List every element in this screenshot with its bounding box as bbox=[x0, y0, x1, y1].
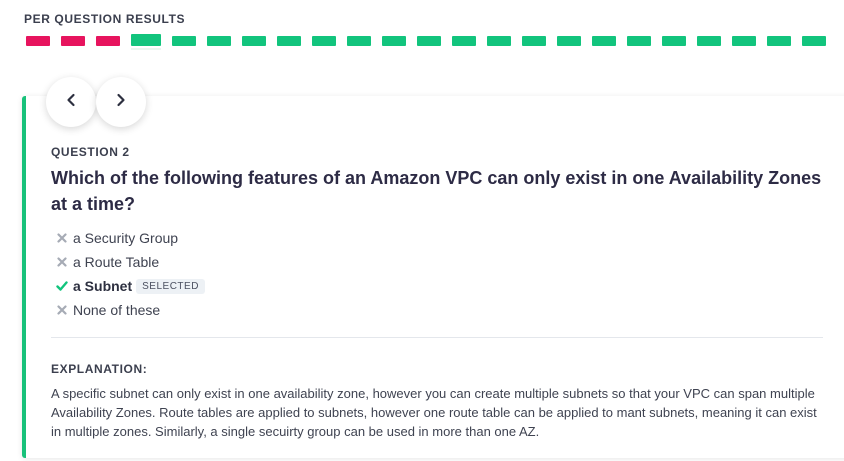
results-title: PER QUESTION RESULTS bbox=[24, 12, 186, 26]
question-result-segment[interactable] bbox=[662, 36, 686, 46]
question-text: Which of the following features of an Am… bbox=[51, 168, 822, 214]
question-result-segment[interactable] bbox=[207, 36, 231, 46]
explanation-title: EXPLANATION: bbox=[51, 362, 148, 376]
question-result-segment[interactable] bbox=[61, 36, 85, 46]
question-result-segment[interactable] bbox=[347, 36, 371, 46]
x-icon bbox=[55, 256, 68, 269]
answer-label: None of these bbox=[73, 302, 161, 318]
x-icon bbox=[55, 304, 68, 317]
question-result-segment[interactable] bbox=[802, 36, 826, 46]
question-result-segment[interactable] bbox=[452, 36, 476, 46]
selected-badge: SELECTED bbox=[136, 278, 205, 294]
question-result-segment[interactable] bbox=[697, 36, 721, 46]
results-progress-bar bbox=[26, 34, 826, 50]
question-result-segment[interactable] bbox=[732, 36, 756, 46]
answer-list: a Security Group a Route Table a Subnet … bbox=[55, 226, 205, 322]
question-number: QUESTION 2 bbox=[51, 145, 130, 159]
answer-label: a Subnet bbox=[73, 278, 133, 294]
question-result-segment[interactable] bbox=[131, 34, 161, 50]
answer-item: None of these bbox=[55, 298, 205, 322]
question-result-segment[interactable] bbox=[487, 36, 511, 46]
question-result-segment[interactable] bbox=[522, 36, 546, 46]
answer-item: a Subnet SELECTED bbox=[55, 274, 205, 298]
next-question-button[interactable] bbox=[96, 77, 146, 127]
chevron-left-icon bbox=[64, 93, 78, 112]
explanation-text: A specific subnet can only exist in one … bbox=[51, 386, 817, 439]
answer-item: a Security Group bbox=[55, 226, 205, 250]
question-result-segment[interactable] bbox=[96, 36, 120, 46]
question-result-segment[interactable] bbox=[382, 36, 406, 46]
question-result-segment[interactable] bbox=[242, 36, 266, 46]
prev-question-button[interactable] bbox=[46, 77, 96, 127]
question-result-segment[interactable] bbox=[172, 36, 196, 46]
question-result-segment[interactable] bbox=[557, 36, 581, 46]
question-result-segment[interactable] bbox=[592, 36, 616, 46]
x-icon bbox=[55, 232, 68, 245]
answer-label: a Security Group bbox=[73, 230, 179, 246]
question-result-segment[interactable] bbox=[767, 36, 791, 46]
question-result-segment[interactable] bbox=[627, 36, 651, 46]
question-result-segment[interactable] bbox=[26, 36, 50, 46]
check-icon bbox=[55, 280, 68, 293]
divider bbox=[51, 337, 823, 338]
question-result-segment[interactable] bbox=[312, 36, 336, 46]
answer-label: a Route Table bbox=[73, 254, 160, 270]
question-result-segment[interactable] bbox=[417, 36, 441, 46]
answer-item: a Route Table bbox=[55, 250, 205, 274]
chevron-right-icon bbox=[114, 93, 128, 112]
question-result-segment[interactable] bbox=[277, 36, 301, 46]
